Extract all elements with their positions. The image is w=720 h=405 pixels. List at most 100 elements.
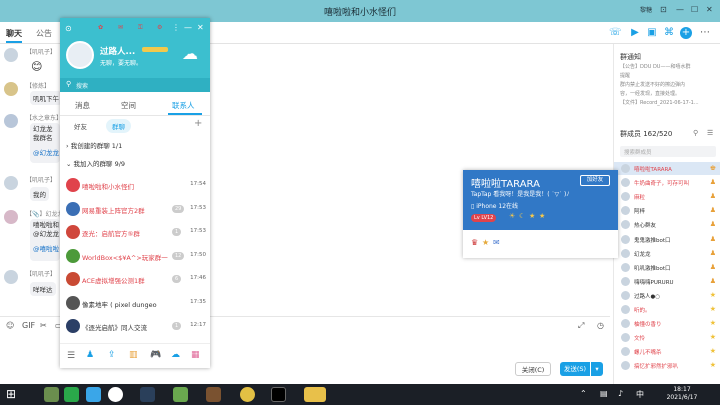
group-row[interactable]: 像素地牢 ( pixel dungeo 17:35 [60, 292, 210, 314]
windows-start-icon[interactable]: ⊞ [6, 387, 16, 401]
tab-notice[interactable]: 公告 [36, 28, 52, 39]
minecraft-icon[interactable] [173, 387, 188, 402]
menu-icon[interactable]: ⋮ [172, 23, 180, 32]
member-row[interactable]: 文怜 ★ [614, 331, 720, 344]
member-search-input[interactable]: 搜索群成员 [620, 146, 716, 157]
member-row[interactable]: 幻龙龙 ♟ [614, 247, 720, 260]
add-contact-icon[interactable]: + [194, 118, 202, 129]
game-icon[interactable]: 🎮 [150, 350, 161, 360]
maximize-icon[interactable]: ☐ [691, 5, 698, 14]
mention-link[interactable]: @嘻啦啦 [33, 245, 59, 254]
cloud-icon[interactable]: ☁ [171, 350, 180, 360]
tab-messages[interactable]: 消息 [75, 100, 90, 111]
more-icon[interactable]: ⋯ [699, 27, 711, 39]
chrome-icon[interactable] [240, 387, 255, 402]
add-member-icon[interactable]: ⚲ [693, 129, 698, 137]
subtab-groups[interactable]: 群聊 [106, 119, 131, 133]
active-app-icon[interactable] [304, 387, 326, 402]
group-row[interactable]: WorldBox<$¥A^>玩家群一 17:50 12 [60, 245, 210, 267]
member-row[interactable]: 牛奶曲奇子，可存可叫 ♟ [614, 176, 720, 189]
section-joined-groups[interactable]: ⌄ 我加入的群聊 9/9 [66, 158, 125, 168]
steam-icon[interactable] [140, 387, 155, 402]
tray-chevron-icon[interactable]: ⌃ [580, 389, 587, 398]
main-menu-icon[interactable]: ☰ [67, 351, 75, 361]
fullscreen-icon[interactable]: ⊡ [660, 5, 667, 14]
section-created-groups[interactable]: › 我创建的群聊 1/1 [66, 140, 122, 150]
member-row[interactable]: 麻粒 ♟ [614, 190, 720, 203]
add-icon[interactable]: + [680, 27, 692, 39]
avatar[interactable] [4, 210, 18, 224]
member-settings-icon[interactable]: ☰ [707, 129, 713, 137]
screenshot-icon[interactable]: ✂ [40, 321, 47, 330]
screen-share-icon[interactable]: ▣ [646, 27, 658, 39]
avatar[interactable] [4, 176, 18, 190]
close-icon[interactable]: ✕ [706, 5, 713, 14]
volume-icon[interactable]: ♪ [618, 389, 623, 398]
skin-icon[interactable]: ✿ [98, 24, 103, 31]
video-icon[interactable]: ▶ [629, 27, 641, 39]
minimize-icon[interactable]: — [676, 5, 684, 14]
member-row[interactable]: 过路人●○ ★ [614, 289, 720, 302]
settings-icon[interactable]: ⚙ [157, 24, 162, 31]
avatar[interactable] [4, 114, 18, 128]
mention-link[interactable]: @幻龙龙 [33, 149, 59, 158]
subtab-friends[interactable]: 好友 [74, 121, 87, 131]
send-button[interactable]: 发送(S) [560, 362, 590, 376]
tab-contacts[interactable]: 联系人 [172, 100, 195, 111]
gif-icon[interactable]: GIF [22, 321, 35, 330]
taskbar-app-icon[interactable] [44, 387, 59, 402]
avatar[interactable] [4, 82, 18, 96]
mini-app-icon[interactable]: ▥ [129, 350, 138, 360]
phone-icon[interactable]: ☏ [609, 27, 622, 39]
qq-minimize-icon[interactable]: — [184, 23, 192, 32]
member-row[interactable]: 鬼鬼激推bot口 ♟ [614, 233, 720, 246]
network-icon[interactable]: ▤ [600, 389, 608, 398]
wechat-icon[interactable] [64, 387, 79, 402]
member-row[interactable]: 嘻啦啦TARARA ♚ [614, 162, 720, 175]
qq-close-icon[interactable]: ✕ [197, 23, 204, 32]
avatar[interactable] [4, 48, 18, 62]
ime-icon[interactable]: 中 [636, 389, 644, 400]
emoji-icon[interactable]: ☺ [6, 321, 14, 330]
cloud-upload-icon[interactable]: ☁ [182, 44, 198, 63]
signature[interactable]: 无聊，要无聊。 [100, 58, 142, 67]
member-row[interactable]: 柚懂の香り ★ [614, 317, 720, 330]
send-options-dropdown[interactable]: ▾ [591, 362, 603, 376]
group-row[interactable]: 网易重装上阵官方2群 17:53 29 [60, 198, 210, 220]
message-icon[interactable]: ✉ [493, 238, 500, 247]
add-friend-button[interactable]: 加好友 [580, 175, 610, 186]
search-input[interactable]: 搜索 [76, 81, 88, 90]
apps-icon[interactable]: ⌘ [663, 27, 675, 39]
username[interactable]: 过路人... [100, 45, 135, 57]
member-row[interactable]: 听的。 ★ [614, 303, 720, 316]
mail-icon[interactable]: ✉ [118, 24, 123, 31]
member-row[interactable]: 搞忆扩邪然扩邪叭 ★ [614, 359, 720, 372]
user-avatar[interactable] [66, 41, 94, 69]
member-row[interactable]: 螺儿不嘴杀 ★ [614, 345, 720, 358]
tab-chat[interactable]: 聊天 [6, 28, 22, 39]
group-row[interactable]: 嘻啦啦和小水怪们 17:54 [60, 174, 210, 196]
member-row[interactable]: 嗨嗨嗨PURURU ♟ [614, 275, 720, 288]
clock[interactable]: 18:17 2021/6/17 [652, 386, 712, 402]
qq-app-icon[interactable] [86, 387, 101, 402]
member-row[interactable]: 热心群友 ♟ [614, 218, 720, 231]
tab-qzone[interactable]: 空间 [121, 100, 136, 111]
kook-icon[interactable] [108, 387, 123, 402]
member-row[interactable]: 叽叽激推bot口 ♟ [614, 261, 720, 274]
user-menu[interactable]: 黎糖 [640, 5, 652, 14]
announce-list[interactable]: 【公告】DDU DU——和嘻水群 提醒 群内禁止发送不好的擦边弹内 容，一经发现… [620, 63, 718, 108]
group-row[interactable]: 逐光：启航官方⑤群 17:53 1 [60, 221, 210, 243]
add-friend-icon[interactable]: ♟ [86, 350, 94, 360]
lock-icon[interactable]: ⚿ [138, 24, 143, 32]
qq-search-bar[interactable]: ⚲ 搜索 [60, 78, 210, 92]
group-row[interactable]: 《逐光启航》同人交流 12:17 1 [60, 315, 210, 337]
file-transfer-icon[interactable]: ⇪ [108, 350, 116, 360]
close-button[interactable]: 关闭(C) [515, 362, 551, 376]
avatar[interactable] [4, 270, 18, 284]
history-icon[interactable]: ◷ [597, 321, 604, 330]
epic-games-icon[interactable] [271, 387, 286, 402]
minecraft-launcher-icon[interactable] [206, 387, 221, 402]
expand-icon[interactable]: ⤢ [578, 321, 584, 331]
group-row[interactable]: ACE虚拟增强公测1群 17:46 6 [60, 268, 210, 290]
app-grid-icon[interactable]: ▦ [191, 350, 200, 360]
